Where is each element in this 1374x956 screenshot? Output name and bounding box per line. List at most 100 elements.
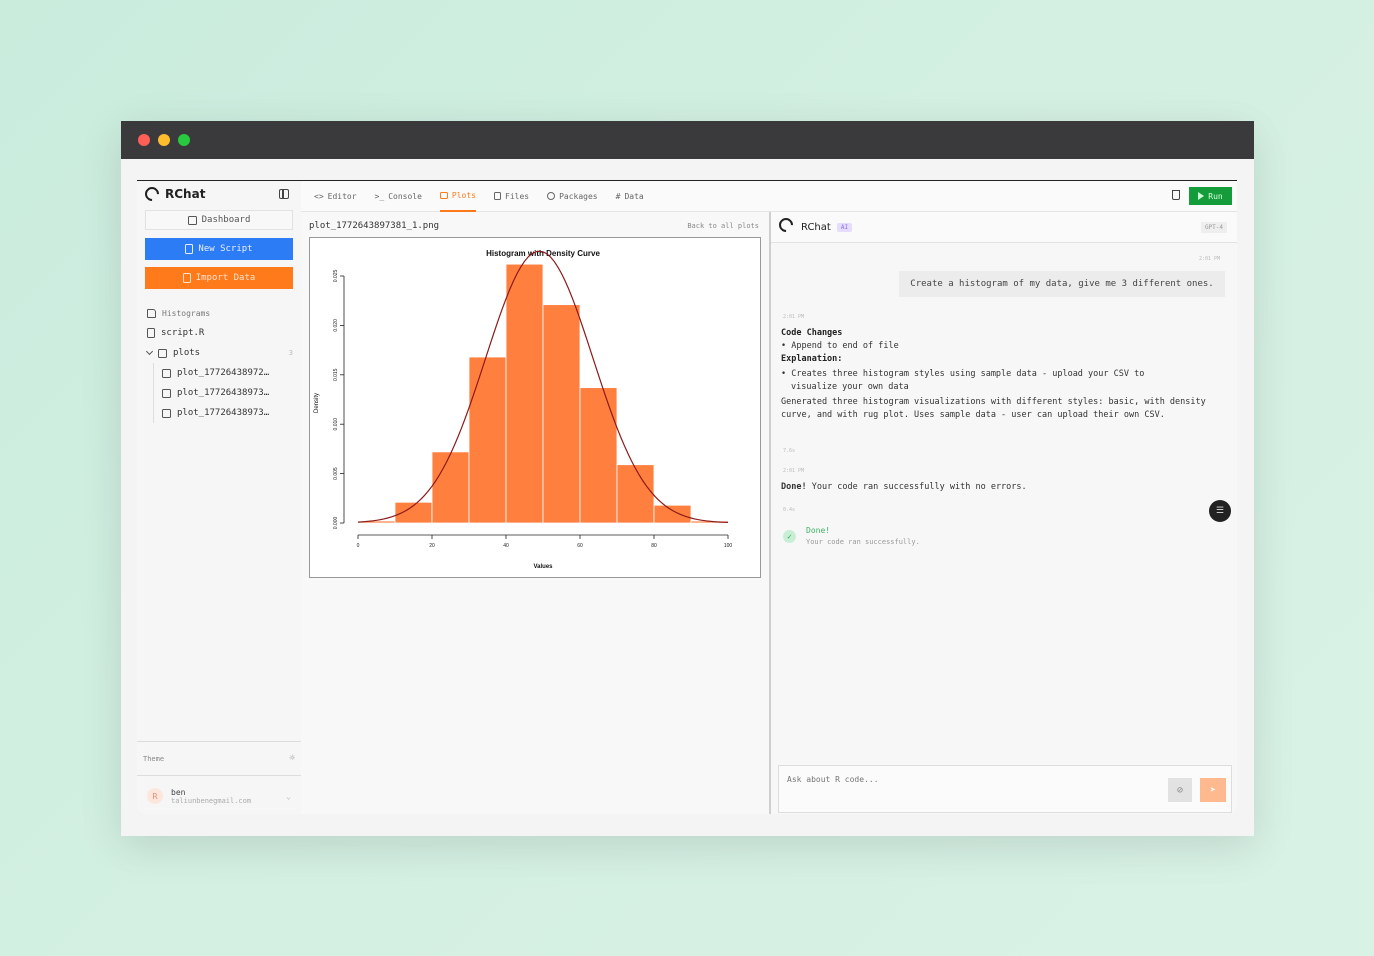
maximize-window-button[interactable]: [178, 134, 190, 146]
user-message: Create a histogram of my data, give me 3…: [899, 271, 1225, 297]
image-folder-icon: [158, 348, 167, 358]
tab-label: Console: [388, 191, 422, 201]
new-script-button[interactable]: New Script: [145, 238, 293, 260]
sun-icon[interactable]: ☼: [289, 753, 295, 764]
y-tick-label: 0.020: [333, 319, 339, 332]
send-button[interactable]: ➤: [1200, 778, 1226, 802]
y-tick-label: 0.000: [333, 517, 339, 530]
tab-plots[interactable]: Plots: [439, 181, 476, 212]
file-script-r[interactable]: script.R: [147, 323, 293, 343]
histogram-bar: [468, 356, 507, 524]
tab-label: Data: [624, 191, 644, 201]
plot-file-label: plot_17726438973…: [177, 408, 270, 418]
avatar: R: [147, 788, 163, 804]
histogram-bar: [616, 464, 655, 524]
x-axis-label: Values: [533, 564, 553, 570]
folder-plots[interactable]: plots 3: [145, 343, 293, 363]
plots-folder-label: plots: [173, 348, 201, 358]
done-text: Your code ran successfully with no error…: [806, 482, 1027, 492]
x-tick-label: 20: [429, 543, 435, 549]
sidebar-toggle-icon[interactable]: [279, 189, 289, 199]
plot-file-item[interactable]: plot_17726438973…: [162, 403, 293, 423]
run-button[interactable]: Run: [1189, 187, 1232, 205]
theme-row: Theme ☼: [137, 742, 301, 776]
file-icon: [147, 328, 155, 338]
done-message: Done! Your code ran successfully with no…: [781, 482, 1027, 492]
y-tick-label: 0.015: [333, 368, 339, 381]
user-profile[interactable]: R ben taliunbenegmail.com ⌄: [137, 776, 301, 814]
tab-label: Plots: [451, 190, 476, 200]
brand-name: RChat: [165, 187, 206, 201]
plot-file-item[interactable]: plot_17726438972…: [162, 363, 293, 383]
rchat-logo-icon: [776, 215, 796, 235]
message-icon: ☰: [1215, 506, 1225, 516]
histogram-bar: [431, 451, 470, 524]
brand[interactable]: RChat: [142, 184, 206, 204]
folder-label: Histograms: [162, 308, 211, 318]
chevron-down-icon: [145, 347, 154, 356]
done-bold: Done!: [781, 482, 807, 492]
send-icon: ➤: [1209, 784, 1217, 796]
done-message-time: 2:01 PM: [783, 468, 805, 474]
plot-file-label: plot_17726438972…: [177, 368, 270, 378]
app-root: RChat Dashboard New Script Import Data H…: [137, 180, 1237, 814]
model-chip[interactable]: GPT-4: [1200, 221, 1227, 233]
file-label: script.R: [161, 328, 205, 338]
tab-label: Packages: [559, 191, 598, 201]
code-change-item: • Append to end of file: [781, 341, 899, 351]
y-axis-label: Density: [314, 393, 320, 413]
tab-files[interactable]: Files: [494, 181, 529, 212]
tab-label: Editor: [327, 191, 357, 201]
x-tick-label: 0: [357, 543, 360, 549]
file-tree: Histograms script.R plots 3 plot_1772643…: [145, 303, 293, 423]
histogram-bar: [542, 304, 581, 524]
user-name: ben: [171, 787, 186, 797]
histogram-bar: [505, 263, 544, 524]
plots-count: 3: [288, 349, 293, 357]
ai-badge: AI: [836, 222, 853, 232]
tab-label: Files: [505, 191, 530, 201]
trash-icon[interactable]: [1172, 190, 1180, 200]
scroll-down-button[interactable]: ☰: [1209, 500, 1231, 522]
tab-packages[interactable]: Packages: [547, 181, 598, 212]
tab-data[interactable]: # Data: [616, 181, 644, 212]
response-duration: 7.6s: [783, 448, 796, 454]
dashboard-icon: [187, 215, 197, 225]
plot-panel: plot_1772643897381_1.png Back to all plo…: [301, 212, 771, 814]
folder-histograms[interactable]: Histograms: [147, 303, 293, 323]
sidebar-footer: Theme ☼ R ben taliunbenegmail.com ⌄: [137, 741, 301, 814]
back-to-plots-link[interactable]: Back to all plots: [687, 222, 759, 230]
x-tick-label: 40: [503, 543, 509, 549]
y-tick-label: 0.010: [333, 418, 339, 431]
window-titlebar: [121, 121, 1254, 159]
minimize-window-button[interactable]: [158, 134, 170, 146]
chart-title: Histogram with Density Curve: [486, 249, 600, 258]
attach-button[interactable]: ⊘: [1168, 778, 1192, 802]
package-icon: [547, 192, 556, 200]
run-label: Run: [1208, 191, 1223, 201]
user-info: ben taliunbenegmail.com: [171, 788, 251, 805]
chat-input[interactable]: [787, 775, 1157, 784]
image-icon: [162, 408, 171, 418]
assistant-summary: Generated three histogram visualizations…: [781, 397, 1206, 420]
close-window-button[interactable]: [138, 134, 150, 146]
status-title: Done!: [806, 526, 831, 535]
plot-file-item[interactable]: plot_17726438973…: [162, 383, 293, 403]
tab-editor[interactable]: <> Editor: [314, 181, 357, 212]
plot-filename: plot_1772643897381_1.png: [309, 221, 440, 231]
explanation-item: • Creates three histogram styles using s…: [781, 369, 1145, 379]
plot-file-label: plot_17726438973…: [177, 388, 270, 398]
run-status-card: ✓ Done! Your code ran successfully.: [783, 526, 920, 546]
explanation-heading: Explanation:: [781, 354, 843, 364]
theme-label: Theme: [143, 754, 165, 763]
tab-console[interactable]: >_ Console: [375, 181, 422, 212]
grid-icon: #: [615, 191, 621, 201]
image-icon: [162, 388, 171, 398]
user-email: taliunbenegmail.com: [171, 796, 252, 805]
play-icon: [1198, 192, 1205, 200]
chevron-updown-icon: ⌄: [286, 791, 291, 801]
dashboard-button[interactable]: Dashboard: [145, 210, 293, 230]
import-data-button[interactable]: Import Data: [145, 267, 293, 289]
terminal-icon: >_: [374, 191, 385, 201]
upload-icon: [182, 273, 191, 283]
